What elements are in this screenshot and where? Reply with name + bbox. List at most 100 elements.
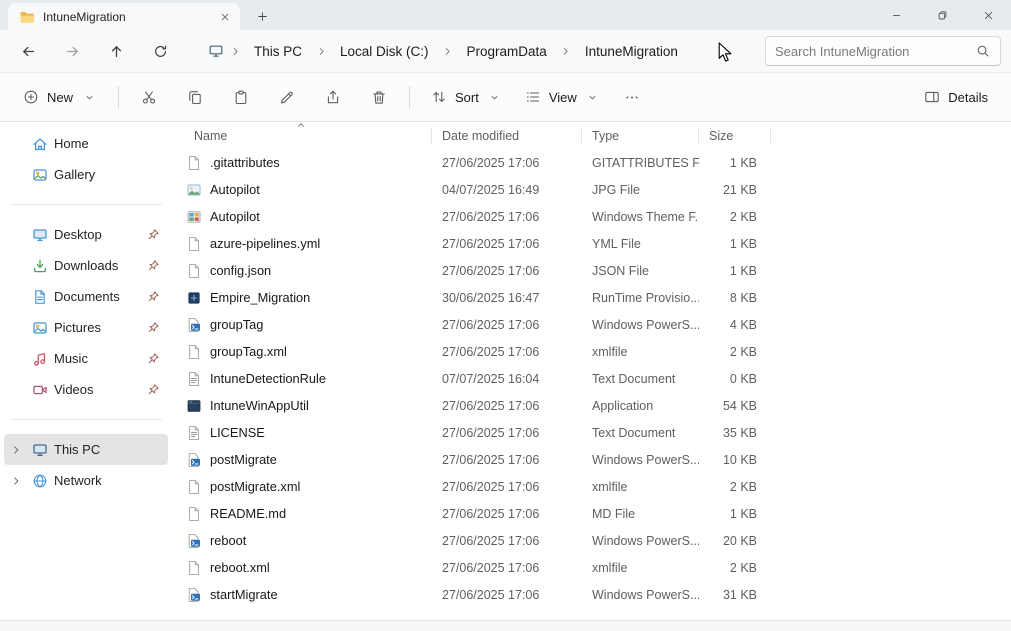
details-pane-icon bbox=[924, 89, 940, 105]
file-date-modified: 27/06/2025 17:06 bbox=[442, 209, 540, 224]
this-pc-icon bbox=[32, 442, 48, 458]
file-date-modified: 27/06/2025 17:06 bbox=[442, 236, 540, 251]
breadcrumb-item[interactable]: IntuneMigration bbox=[575, 40, 688, 63]
file-date-modified: 07/07/2025 16:04 bbox=[442, 371, 540, 386]
file-ps-icon bbox=[186, 587, 202, 603]
tab-close-icon[interactable] bbox=[216, 8, 234, 26]
file-row[interactable]: config.json 27/06/2025 17:06 JSON File 1 KB bbox=[180, 257, 1011, 284]
sort-button[interactable]: Sort bbox=[422, 82, 512, 112]
view-button[interactable]: View bbox=[516, 82, 610, 112]
cut-button[interactable] bbox=[131, 79, 167, 115]
file-ps-icon bbox=[186, 533, 202, 549]
maximize-button[interactable] bbox=[919, 0, 965, 30]
sidebar-item-desktop[interactable]: Desktop bbox=[4, 219, 168, 250]
file-date-modified: 27/06/2025 17:06 bbox=[442, 452, 540, 467]
file-type: Windows PowerS... bbox=[592, 533, 699, 548]
file-name: LICENSE bbox=[210, 425, 265, 440]
new-button[interactable]: New bbox=[14, 82, 106, 112]
file-row[interactable]: reboot 27/06/2025 17:06 Windows PowerS... 2… bbox=[180, 527, 1011, 554]
file-type: xmlfile bbox=[592, 344, 628, 359]
more-options-button[interactable] bbox=[614, 79, 650, 115]
music-icon bbox=[32, 351, 48, 367]
breadcrumb-chevron-icon[interactable] bbox=[313, 46, 329, 57]
file-name: Empire_Migration bbox=[210, 290, 311, 305]
sidebar-item-music[interactable]: Music bbox=[4, 343, 168, 374]
file-row[interactable]: postMigrate.xml 27/06/2025 17:06 xmlfile 2 … bbox=[180, 473, 1011, 500]
paste-button[interactable] bbox=[223, 79, 259, 115]
file-row[interactable]: IntuneDetectionRule 07/07/2025 16:04 Text … bbox=[180, 365, 1011, 392]
chevron-right-icon[interactable] bbox=[6, 442, 26, 458]
sidebar-item-network[interactable]: Network bbox=[4, 465, 168, 496]
breadcrumb-chevron-icon[interactable] bbox=[440, 46, 456, 57]
file-name: README.md bbox=[210, 506, 287, 521]
sidebar-indent bbox=[6, 258, 26, 274]
file-date-modified: 04/07/2025 16:49 bbox=[442, 182, 540, 197]
view-icon bbox=[525, 89, 541, 105]
pin-icon bbox=[147, 383, 160, 396]
file-list: .gitattributes 27/06/2025 17:06 GITATTRIBU… bbox=[172, 149, 1011, 620]
breadcrumb-item[interactable]: Local Disk (C:) bbox=[330, 40, 439, 63]
sort-icon bbox=[431, 89, 447, 105]
file-row[interactable]: reboot.xml 27/06/2025 17:06 xmlfile 2 KB bbox=[180, 554, 1011, 581]
details-button[interactable]: Details bbox=[915, 82, 997, 112]
explorer-tab[interactable]: IntuneMigration bbox=[8, 3, 240, 30]
breadcrumb-chevron-icon[interactable] bbox=[227, 46, 243, 57]
close-button[interactable] bbox=[965, 0, 1011, 30]
file-size: 10 KB bbox=[722, 452, 757, 467]
search-box[interactable] bbox=[765, 36, 1001, 66]
search-icon[interactable] bbox=[975, 43, 991, 59]
sidebar-item-label: Documents bbox=[54, 289, 120, 304]
file-name-cell: .gitattributes bbox=[180, 149, 432, 176]
copy-icon bbox=[187, 89, 203, 105]
search-input[interactable] bbox=[775, 43, 969, 59]
file-row[interactable]: README.md 27/06/2025 17:06 MD File 1 KB bbox=[180, 500, 1011, 527]
file-row[interactable]: Autopilot 27/06/2025 17:06 Windows Theme F… bbox=[180, 203, 1011, 230]
column-header-size[interactable]: Size bbox=[699, 122, 771, 149]
chevron-right-icon[interactable] bbox=[6, 473, 26, 489]
breadcrumb-item[interactable]: ProgramData bbox=[457, 40, 557, 63]
rename-button[interactable] bbox=[269, 79, 305, 115]
file-generic-icon bbox=[186, 155, 202, 171]
share-button[interactable] bbox=[315, 79, 351, 115]
file-row[interactable]: Empire_Migration 30/06/2025 16:47 RunTime … bbox=[180, 284, 1011, 311]
sidebar-item-this-pc[interactable]: This PC bbox=[4, 434, 168, 465]
file-ps-icon bbox=[186, 317, 202, 333]
breadcrumb-item[interactable]: This PC bbox=[244, 40, 312, 63]
forward-button[interactable] bbox=[52, 34, 92, 68]
copy-button[interactable] bbox=[177, 79, 213, 115]
file-row[interactable]: postMigrate 27/06/2025 17:06 Windows Power… bbox=[180, 446, 1011, 473]
file-size: 20 KB bbox=[722, 533, 757, 548]
delete-button[interactable] bbox=[361, 79, 397, 115]
column-header-type[interactable]: Type bbox=[582, 122, 699, 149]
sidebar-indent bbox=[6, 289, 26, 305]
breadcrumb-chevron-icon[interactable] bbox=[558, 46, 574, 57]
file-row[interactable]: .gitattributes 27/06/2025 17:06 GITATTRIBU… bbox=[180, 149, 1011, 176]
back-button[interactable] bbox=[8, 34, 48, 68]
sidebar-item-gallery[interactable]: Gallery bbox=[4, 159, 168, 190]
refresh-button[interactable] bbox=[140, 34, 180, 68]
sidebar-item-downloads[interactable]: Downloads bbox=[4, 250, 168, 281]
file-row[interactable]: groupTag 27/06/2025 17:06 Windows PowerS..… bbox=[180, 311, 1011, 338]
file-row[interactable]: Autopilot 04/07/2025 16:49 JPG File 21 KB bbox=[180, 176, 1011, 203]
sidebar-item-pictures[interactable]: Pictures bbox=[4, 312, 168, 343]
file-row[interactable]: LICENSE 27/06/2025 17:06 Text Document 35 K… bbox=[180, 419, 1011, 446]
file-row[interactable]: azure-pipelines.yml 27/06/2025 17:06 YML F… bbox=[180, 230, 1011, 257]
column-header-date-modified[interactable]: Date modified bbox=[432, 122, 582, 149]
sidebar-item-home[interactable]: Home bbox=[4, 128, 168, 159]
up-button[interactable] bbox=[96, 34, 136, 68]
column-header-name[interactable]: Name bbox=[180, 122, 432, 149]
new-button-label: New bbox=[47, 89, 74, 105]
pin-icon bbox=[147, 352, 160, 365]
sidebar-item-videos[interactable]: Videos bbox=[4, 374, 168, 405]
file-name-cell: Autopilot bbox=[180, 176, 432, 203]
file-row[interactable]: IntuneWinAppUtil 27/06/2025 17:06 Applicat… bbox=[180, 392, 1011, 419]
file-name-cell: reboot bbox=[180, 527, 432, 554]
sidebar-item-label: Home bbox=[54, 136, 89, 151]
sidebar-item-documents[interactable]: Documents bbox=[4, 281, 168, 312]
new-tab-button[interactable] bbox=[250, 4, 274, 28]
file-row[interactable]: groupTag.xml 27/06/2025 17:06 xmlfile 2 KB bbox=[180, 338, 1011, 365]
file-type: Text Document bbox=[592, 425, 676, 440]
paste-icon bbox=[233, 89, 249, 105]
file-row[interactable]: startMigrate 27/06/2025 17:06 Windows Powe… bbox=[180, 581, 1011, 608]
minimize-button[interactable] bbox=[873, 0, 919, 30]
